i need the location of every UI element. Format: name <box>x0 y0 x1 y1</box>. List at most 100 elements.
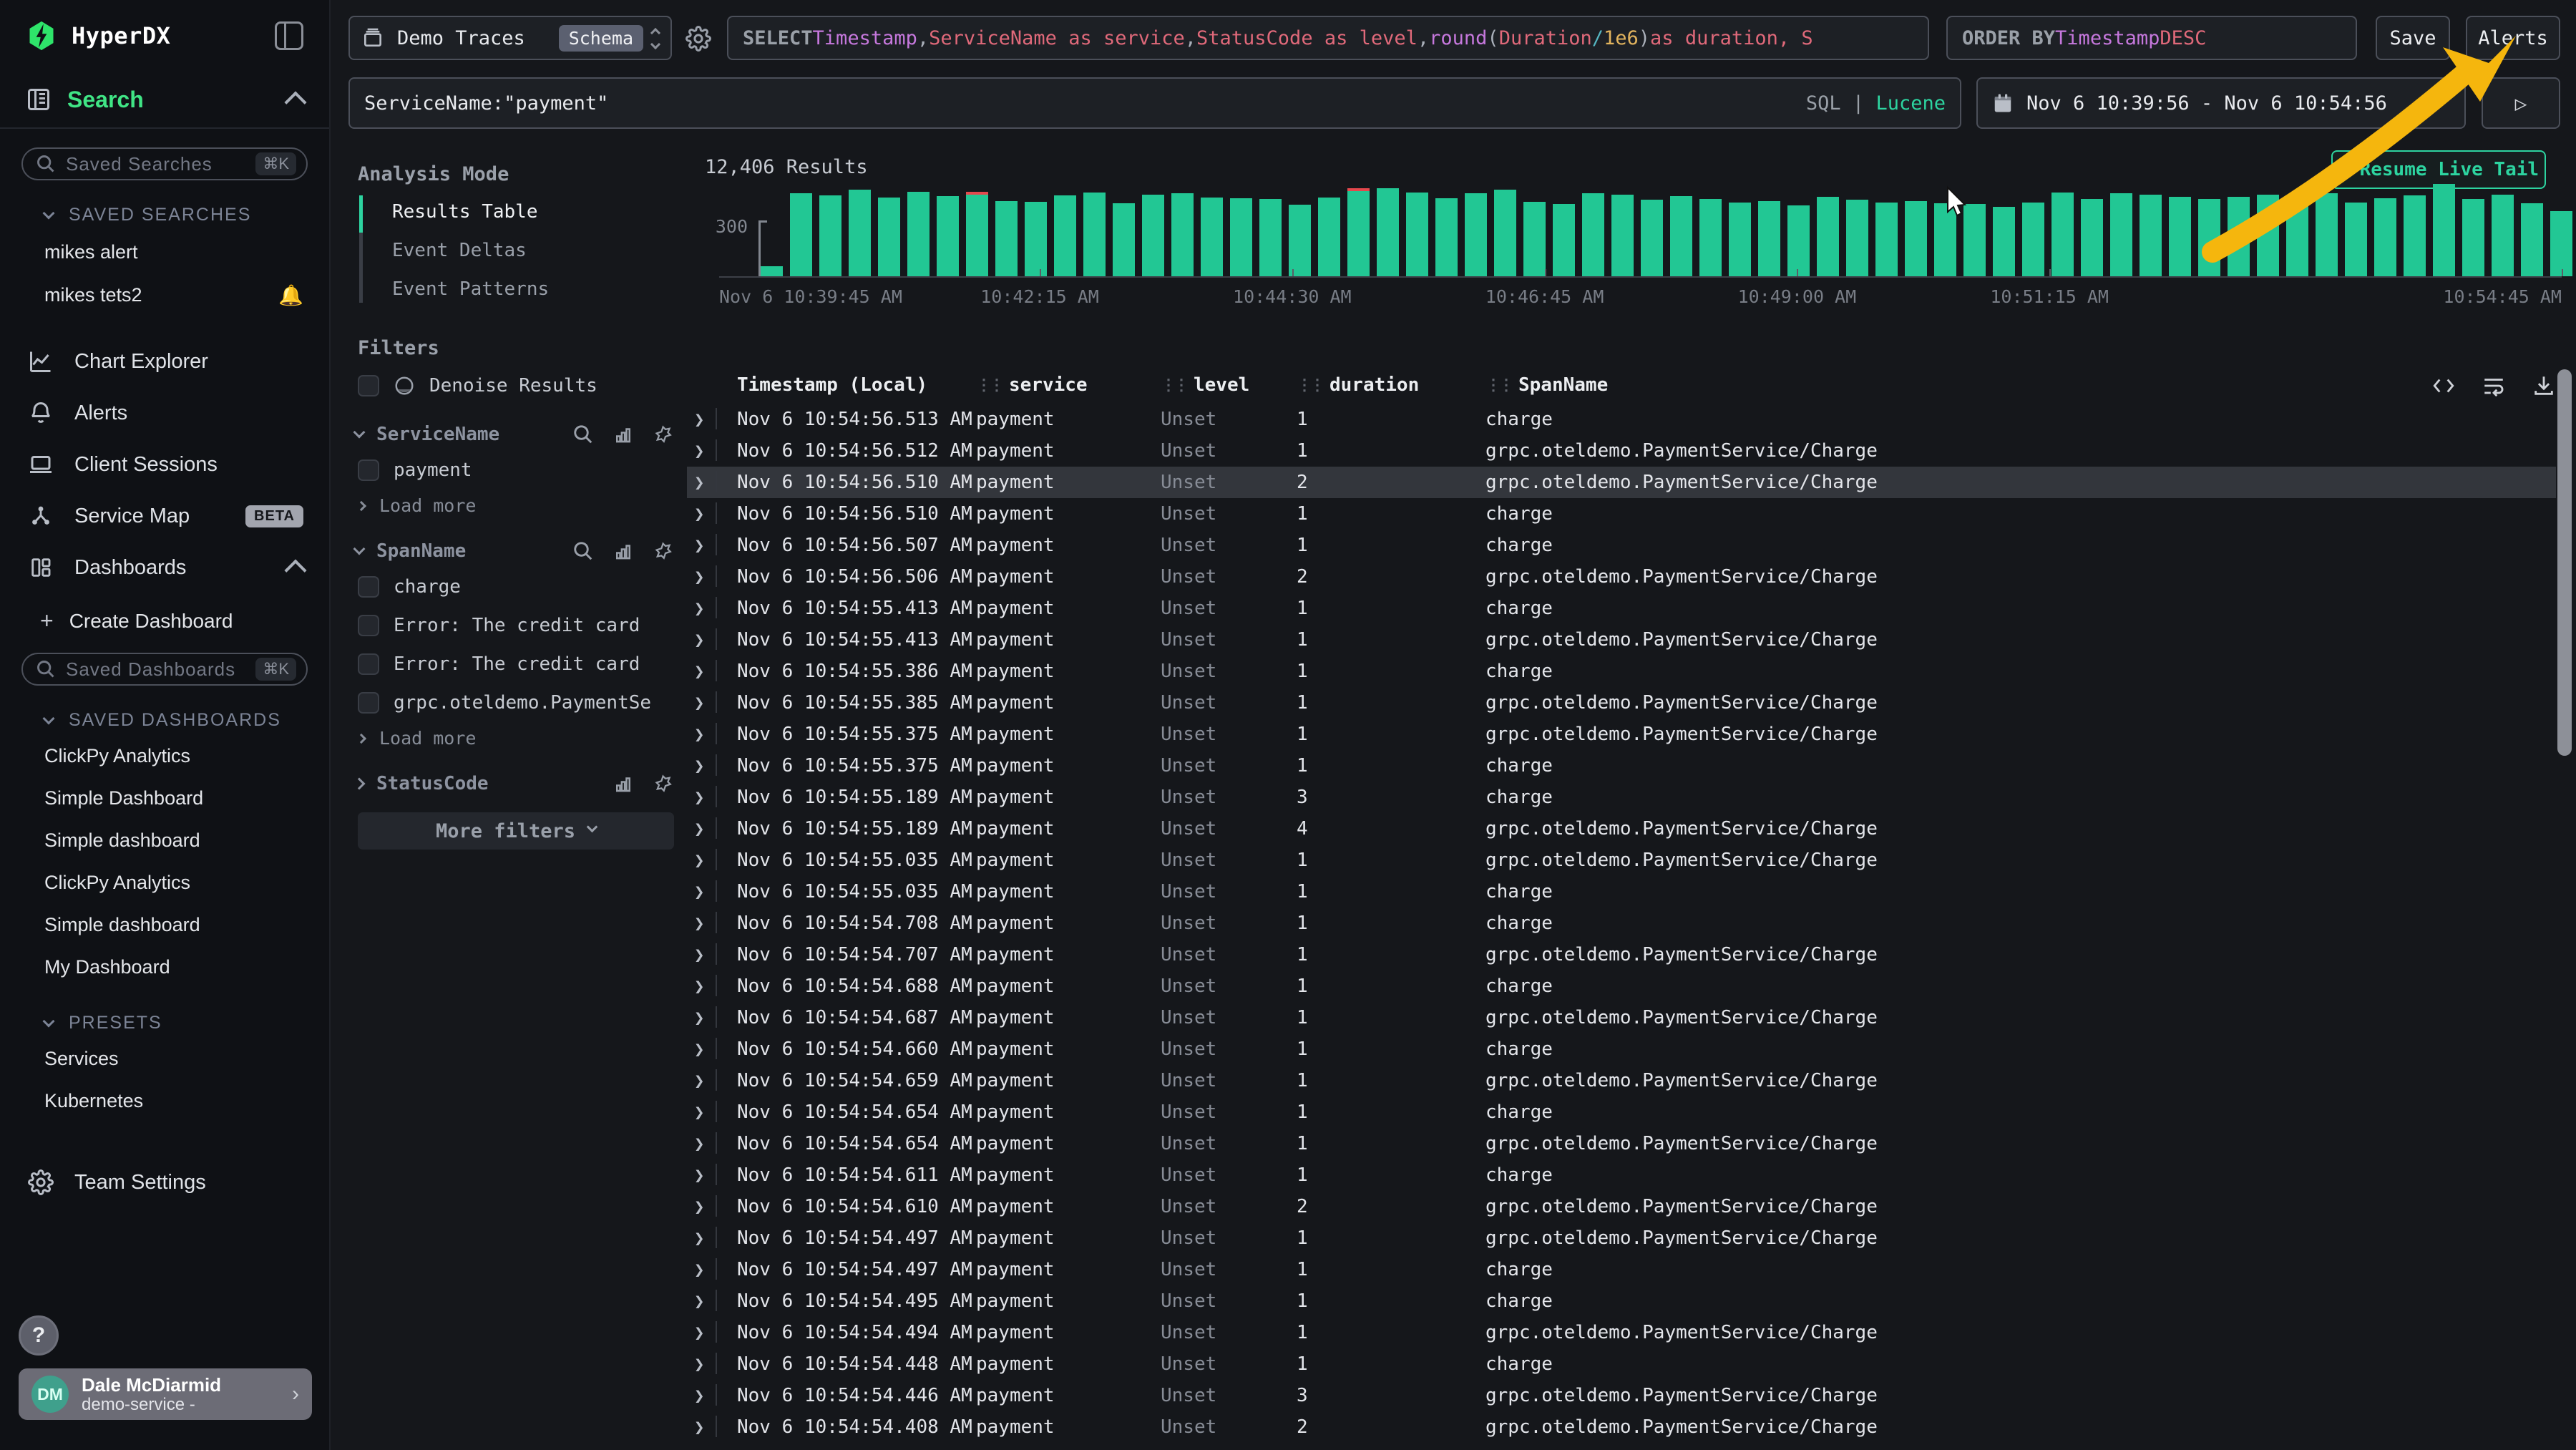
histogram-bar[interactable] <box>1934 203 1956 276</box>
expand-row-icon[interactable]: ❯ <box>694 976 704 996</box>
histogram-bar[interactable] <box>790 193 812 276</box>
table-row[interactable]: ❯Nov 6 10:54:56.510 AMpaymentUnset1charg… <box>687 498 2556 530</box>
table-row[interactable]: ❯Nov 6 10:54:54.707 AMpaymentUnset1grpc.… <box>687 939 2556 970</box>
histogram-bar[interactable] <box>1259 199 1282 276</box>
column-header-duration[interactable]: ⋮⋮duration <box>1297 374 1419 396</box>
denoise-results-toggle[interactable]: Denoise Results <box>345 366 687 405</box>
results-histogram[interactable]: 300 Nov 6 10:39:45 AM10:42:15 AM10:44:30… <box>687 179 2576 315</box>
histogram-bar[interactable] <box>2521 203 2543 276</box>
expand-row-icon[interactable]: ❯ <box>694 535 704 555</box>
table-row[interactable]: ❯Nov 6 10:54:55.375 AMpaymentUnset1charg… <box>687 750 2556 782</box>
table-row[interactable]: ❯Nov 6 10:54:55.386 AMpaymentUnset1charg… <box>687 656 2556 687</box>
preset-item[interactable]: Kubernetes <box>0 1080 329 1122</box>
download-icon[interactable] <box>2532 374 2556 398</box>
sidebar-item-chart-explorer[interactable]: Chart Explorer <box>0 336 329 387</box>
table-row[interactable]: ❯Nov 6 10:54:54.687 AMpaymentUnset1grpc.… <box>687 1002 2556 1033</box>
drag-handle-icon[interactable]: ⋮⋮ <box>976 376 1002 394</box>
histogram-bar[interactable] <box>1641 200 1663 276</box>
expand-row-icon[interactable]: ❯ <box>694 1291 704 1311</box>
table-row[interactable]: ❯Nov 6 10:54:55.189 AMpaymentUnset4grpc.… <box>687 813 2556 845</box>
histogram-bar[interactable] <box>2257 195 2279 276</box>
histogram-bar[interactable] <box>2550 211 2572 276</box>
table-row[interactable]: ❯Nov 6 10:54:54.494 AMpaymentUnset1grpc.… <box>687 1317 2556 1348</box>
sidebar-item-service-map[interactable]: Service MapBETA <box>0 490 329 542</box>
table-row[interactable]: ❯Nov 6 10:54:55.375 AMpaymentUnset1grpc.… <box>687 719 2556 750</box>
histogram-bar[interactable] <box>2433 184 2455 276</box>
presets-header[interactable]: PRESETS <box>0 988 329 1033</box>
table-row[interactable]: ❯Nov 6 10:54:54.495 AMpaymentUnset1charg… <box>687 1285 2556 1317</box>
table-row[interactable]: ❯Nov 6 10:54:54.497 AMpaymentUnset1charg… <box>687 1254 2556 1285</box>
saved-dashboards-header[interactable]: SAVED DASHBOARDS <box>0 686 329 731</box>
histogram-bar[interactable] <box>2110 193 2132 276</box>
expand-row-icon[interactable]: ❯ <box>694 1323 704 1343</box>
expand-row-icon[interactable]: ❯ <box>694 1102 704 1122</box>
saved-search-item[interactable]: mikes alert <box>0 231 329 273</box>
table-row[interactable]: ❯Nov 6 10:54:55.035 AMpaymentUnset1grpc.… <box>687 845 2556 876</box>
load-more-button[interactable]: Load more <box>345 490 687 522</box>
saved-dashboard-item[interactable]: Simple dashboard <box>0 819 329 862</box>
filter-group-spanname[interactable]: SpanName <box>345 522 687 568</box>
load-more-button[interactable]: Load more <box>345 722 687 754</box>
column-header-spanname[interactable]: ⋮⋮SpanName <box>1485 374 1608 396</box>
expand-row-icon[interactable]: ❯ <box>694 1417 704 1437</box>
saved-dashboard-item[interactable]: ClickPy Analytics <box>0 735 329 777</box>
filter-option[interactable]: grpc.oteldemo.PaymentSe… <box>345 683 687 722</box>
team-settings-button[interactable]: Team Settings <box>0 1157 329 1208</box>
table-row[interactable]: ❯Nov 6 10:54:55.413 AMpaymentUnset1grpc.… <box>687 624 2556 656</box>
histogram-bar[interactable] <box>1113 203 1135 276</box>
filter-pin-icon[interactable] <box>653 540 674 562</box>
table-row[interactable]: ❯Nov 6 10:54:56.510 AMpaymentUnset2grpc.… <box>687 467 2556 498</box>
expand-row-icon[interactable]: ❯ <box>694 1386 704 1406</box>
sidebar-item-client-sessions[interactable]: Client Sessions <box>0 439 329 490</box>
saved-dashboard-item[interactable]: Simple dashboard <box>0 904 329 946</box>
expand-row-icon[interactable]: ❯ <box>694 472 704 492</box>
expand-row-icon[interactable]: ❯ <box>694 441 704 461</box>
table-row[interactable]: ❯Nov 6 10:54:54.497 AMpaymentUnset1grpc.… <box>687 1222 2556 1254</box>
table-row[interactable]: ❯Nov 6 10:54:55.035 AMpaymentUnset1charg… <box>687 876 2556 908</box>
expand-row-icon[interactable]: ❯ <box>694 598 704 618</box>
histogram-bar[interactable] <box>995 201 1018 276</box>
filter-chart-icon[interactable] <box>613 773 634 794</box>
histogram-bar[interactable] <box>1729 203 1751 276</box>
more-filters-button[interactable]: More filters <box>358 812 674 850</box>
histogram-bar[interactable] <box>2081 199 2103 276</box>
saved-dashboard-item[interactable]: Simple Dashboard <box>0 777 329 819</box>
denoise-checkbox[interactable] <box>358 375 379 396</box>
vertical-scrollbar[interactable] <box>2557 369 2572 756</box>
expand-row-icon[interactable]: ❯ <box>694 1008 704 1028</box>
analysis-mode-event-patterns[interactable]: Event Patterns <box>359 270 687 308</box>
histogram-bar[interactable] <box>1670 196 1692 276</box>
expand-row-icon[interactable]: ❯ <box>694 1260 704 1280</box>
expand-row-icon[interactable]: ❯ <box>694 1165 704 1185</box>
histogram-bar[interactable] <box>1787 205 1810 276</box>
histogram-bar[interactable] <box>1230 198 1252 276</box>
saved-dashboards-input[interactable]: Saved Dashboards ⌘K <box>21 653 308 686</box>
saved-dashboard-item[interactable]: ClickPy Analytics <box>0 862 329 904</box>
expand-row-icon[interactable]: ❯ <box>694 1071 704 1091</box>
histogram-bar[interactable] <box>2051 193 2074 276</box>
chevron-right-icon[interactable] <box>353 778 366 790</box>
run-query-button[interactable]: ▷ <box>2482 77 2560 129</box>
histogram-bar[interactable] <box>849 190 871 276</box>
histogram-bar[interactable] <box>966 195 988 276</box>
histogram-bar[interactable] <box>1846 200 1868 276</box>
expand-row-icon[interactable]: ❯ <box>694 409 704 429</box>
table-row[interactable]: ❯Nov 6 10:54:56.507 AMpaymentUnset1charg… <box>687 530 2556 561</box>
histogram-bar[interactable] <box>2345 203 2367 276</box>
expand-row-icon[interactable]: ❯ <box>694 567 704 587</box>
filter-chart-icon[interactable] <box>613 540 634 562</box>
table-row[interactable]: ❯Nov 6 10:54:54.408 AMpaymentUnset2grpc.… <box>687 1411 2556 1443</box>
column-header-service[interactable]: ⋮⋮service <box>976 374 1088 396</box>
histogram-bar[interactable] <box>2404 195 2426 276</box>
table-row[interactable]: ❯Nov 6 10:54:56.512 AMpaymentUnset1grpc.… <box>687 435 2556 467</box>
histogram-bar[interactable] <box>1905 201 1927 276</box>
column-header-timestamp[interactable]: Timestamp (Local) <box>737 374 927 396</box>
analysis-mode-results-table[interactable]: Results Table <box>359 193 687 231</box>
filter-checkbox[interactable] <box>358 653 379 675</box>
table-row[interactable]: ❯Nov 6 10:54:56.506 AMpaymentUnset2grpc.… <box>687 561 2556 593</box>
column-header-level[interactable]: ⋮⋮level <box>1161 374 1249 396</box>
sidebar-item-dashboards[interactable]: Dashboards <box>0 542 329 593</box>
filter-search-icon[interactable] <box>572 540 594 562</box>
expand-row-icon[interactable]: ❯ <box>694 1039 704 1059</box>
filter-checkbox[interactable] <box>358 576 379 598</box>
